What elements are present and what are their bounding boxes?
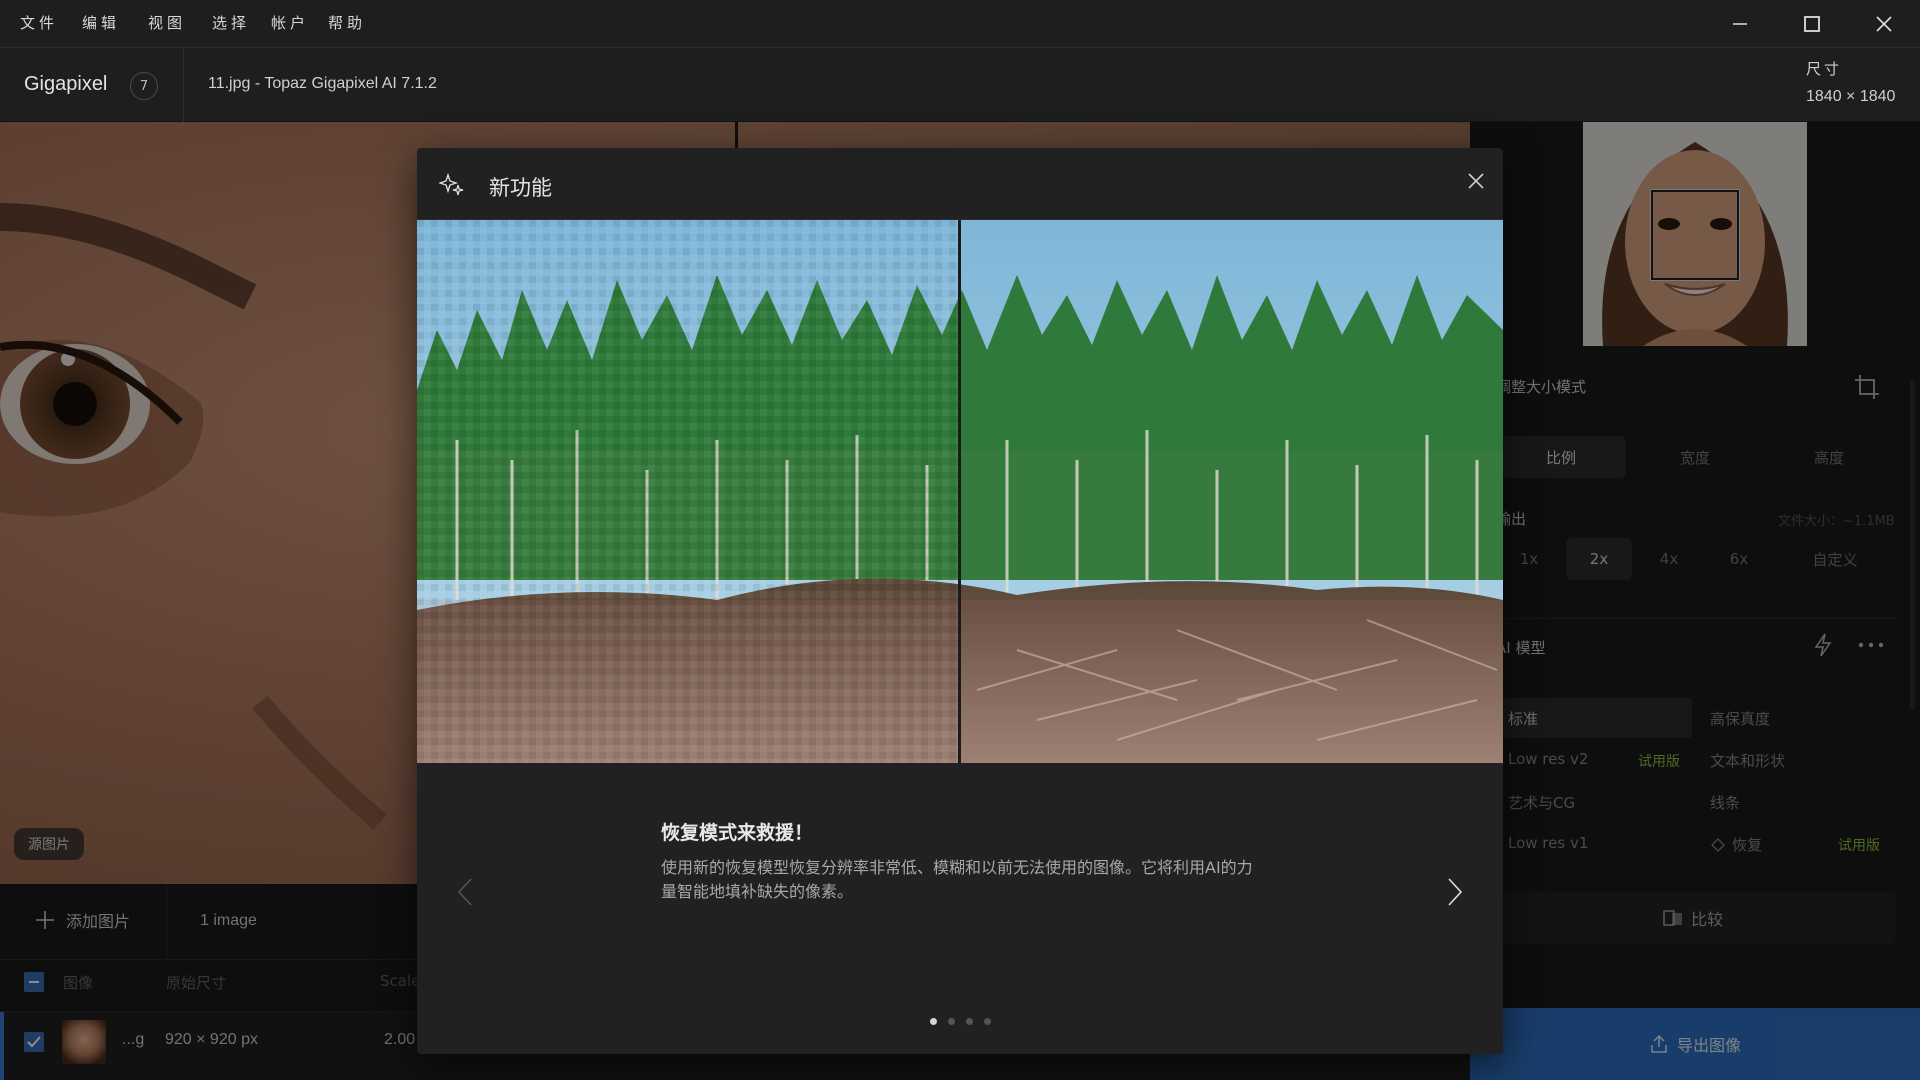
menu-select[interactable]: 选择: [212, 12, 250, 33]
chevron-left-icon: [457, 878, 472, 906]
pagination-dot-2[interactable]: [948, 1018, 955, 1025]
feature-title: 恢复模式来救援！: [661, 822, 814, 844]
menu-help[interactable]: 帮助: [328, 12, 366, 33]
dialog-header: [417, 148, 1503, 220]
close-icon: [1468, 173, 1484, 189]
menu-account[interactable]: 帐户: [271, 12, 309, 33]
dialog-title: 新功能: [489, 176, 552, 200]
pagination-dot-3[interactable]: [966, 1018, 973, 1025]
menu-view[interactable]: 视图: [148, 12, 186, 33]
app-brand: Gigapixel: [24, 73, 108, 95]
chevron-right-icon: [1448, 878, 1463, 906]
pagination-dot-4[interactable]: [984, 1018, 991, 1025]
minimize-button[interactable]: [1705, 0, 1775, 48]
image-count-badge: 7: [130, 72, 158, 100]
size-value: 1840 × 1840: [1806, 88, 1896, 105]
close-window-button[interactable]: [1849, 0, 1919, 48]
size-label: 尺寸: [1806, 60, 1843, 78]
dialog-close-button[interactable]: [1461, 166, 1491, 196]
pagination-dot-1[interactable]: [930, 1018, 937, 1025]
title-divider: [183, 48, 184, 122]
sparkle-icon: [437, 172, 465, 202]
menu-file[interactable]: 文件: [20, 12, 58, 33]
maximize-icon: [1804, 16, 1820, 32]
close-icon: [1876, 16, 1892, 32]
feature-description: 使用新的恢复模型恢复分辨率非常低、模糊和以前无法使用的图像。它将利用AI的力量智…: [661, 858, 1253, 901]
comparison-divider[interactable]: [958, 220, 961, 763]
maximize-button[interactable]: [1777, 0, 1847, 48]
previous-slide-button[interactable]: [450, 872, 480, 912]
next-slide-button[interactable]: [1440, 872, 1470, 912]
menu-edit[interactable]: 编辑: [82, 12, 120, 33]
minimize-icon: [1733, 23, 1747, 25]
document-title: 11.jpg - Topaz Gigapixel AI 7.1.2: [208, 75, 437, 92]
